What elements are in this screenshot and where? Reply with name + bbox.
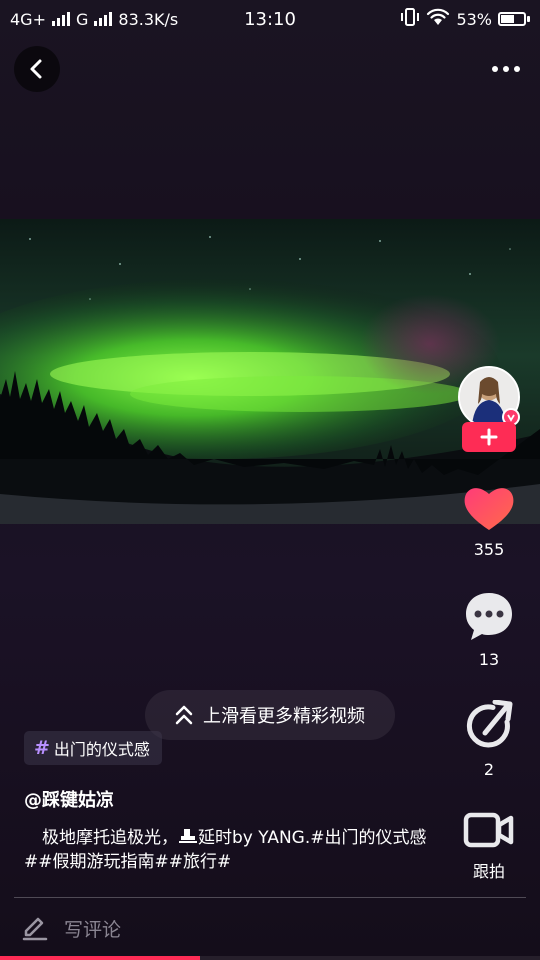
pencil-icon xyxy=(22,917,48,941)
video-detail-screen: 4G+ G 83.3K/s 13:10 53% 355 13 2 跟拍 上滑看更… xyxy=(0,0,540,960)
description-text-1: 极地摩托追极光， xyxy=(42,828,178,848)
share-arrow-icon xyxy=(466,699,513,748)
duet-action[interactable]: 跟拍 xyxy=(458,810,520,882)
wifi-icon xyxy=(426,8,450,30)
plus-icon xyxy=(480,428,498,446)
double-chevron-up-icon xyxy=(175,705,193,725)
heart-icon xyxy=(464,488,514,530)
share-count: 2 xyxy=(483,760,495,779)
swipe-up-hint[interactable]: 上滑看更多精彩视频 xyxy=(145,690,395,740)
like-action[interactable]: 355 xyxy=(458,484,520,559)
playback-progress[interactable] xyxy=(0,956,540,960)
video-camera-icon xyxy=(463,812,514,848)
like-count: 355 xyxy=(473,540,505,559)
comment-placeholder: 写评论 xyxy=(64,918,122,941)
chat-bubble-icon xyxy=(466,593,512,640)
back-button[interactable] xyxy=(14,46,60,92)
network-type-label: 4G+ xyxy=(10,9,46,29)
network-speed: 83.3K/s xyxy=(118,9,179,29)
follow-button[interactable] xyxy=(462,422,516,452)
playback-progress-fill xyxy=(0,956,200,960)
divider xyxy=(14,897,526,898)
video-description: 极地摩托追极光， 延时by YANG.#出门的仪式感##假期游玩指南##旅行# xyxy=(24,826,444,874)
hashtag-icon: # xyxy=(34,737,50,759)
hashtag-text: 出门的仪式感 xyxy=(53,740,150,759)
share-action[interactable]: 2 xyxy=(458,699,520,779)
comment-count: 13 xyxy=(478,650,500,669)
creator-username[interactable]: @踩键姑凉 xyxy=(24,786,114,812)
signal-icon xyxy=(51,12,70,26)
swipe-hint-text: 上滑看更多精彩视频 xyxy=(203,706,365,727)
battery-percent: 53% xyxy=(456,9,492,29)
hashtag-chip[interactable]: # 出门的仪式感 xyxy=(24,731,162,765)
more-options-button[interactable] xyxy=(486,56,526,82)
creator-avatar-group xyxy=(458,366,520,456)
signal-icon-2 xyxy=(94,12,113,26)
status-bar: 4G+ G 83.3K/s 13:10 53% xyxy=(0,0,540,38)
status-left: 4G+ G 83.3K/s xyxy=(10,10,178,29)
duet-label: 跟拍 xyxy=(472,862,505,881)
battery-icon xyxy=(498,12,530,26)
more-dots-icon xyxy=(492,66,498,72)
network-type-label-2: G xyxy=(75,9,89,29)
comment-action[interactable]: 13 xyxy=(458,590,520,669)
chevron-left-icon xyxy=(30,59,42,79)
status-right: 53% xyxy=(400,8,530,30)
vibrate-icon xyxy=(400,8,420,30)
snowmobile-emoji-icon xyxy=(179,829,197,843)
comment-input[interactable]: 写评论 xyxy=(22,910,121,946)
